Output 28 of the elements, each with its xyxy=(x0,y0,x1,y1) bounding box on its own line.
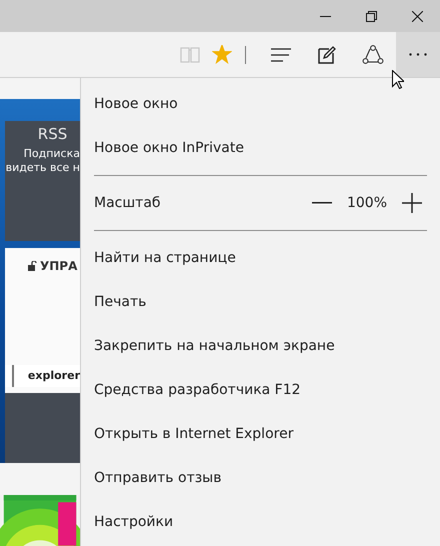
menu-item[interactable]: Открыть в Internet Explorer xyxy=(81,412,440,456)
pen-square-icon xyxy=(318,46,336,64)
menu-item[interactable]: Закрепить на начальном экране xyxy=(81,324,440,368)
menu-item[interactable]: Новое окно InPrivate xyxy=(81,126,440,170)
menu-item[interactable]: Найти на странице xyxy=(81,236,440,280)
panel-heading: УПРА xyxy=(40,258,78,273)
menu-item[interactable]: Настройки xyxy=(81,500,440,544)
share-icon xyxy=(362,44,384,64)
marker-bar xyxy=(12,364,14,387)
card-text: Подписка xyxy=(24,146,80,161)
cursor-icon xyxy=(392,70,404,89)
menu-item[interactable]: Средства разработчика F12 xyxy=(81,368,440,412)
card-title: RSS xyxy=(38,124,68,143)
minus-icon xyxy=(312,202,332,204)
zoom-value: 100% xyxy=(346,195,387,211)
star-icon xyxy=(212,45,232,64)
card-text: видеть все н xyxy=(6,160,80,175)
lines-icon xyxy=(271,48,291,62)
zoom-label: Масштаб xyxy=(94,195,162,211)
plus-icon xyxy=(402,193,422,213)
close-icon xyxy=(412,10,422,22)
lock-icon xyxy=(28,260,37,271)
menu-item[interactable]: Печать xyxy=(81,280,440,324)
book-icon xyxy=(180,46,200,62)
restore-icon xyxy=(366,10,376,22)
menu-item[interactable]: Отправить отзыв xyxy=(81,456,440,500)
more-icon xyxy=(409,53,427,56)
menu-item[interactable]: Новое окно xyxy=(81,82,440,126)
